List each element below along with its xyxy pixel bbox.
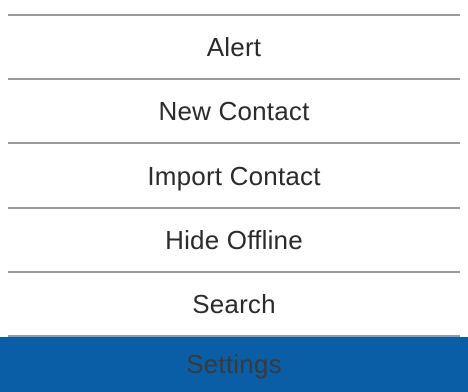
menu-item-label: Hide Offline (165, 225, 303, 255)
menu-item-settings[interactable]: Settings (0, 337, 468, 392)
menu-item-new-contact[interactable]: New Contact (0, 81, 468, 142)
menu-divider (8, 207, 460, 209)
context-menu: Alert New Contact Import Contact Hide Of… (0, 0, 468, 392)
menu-item-label: Settings (186, 349, 282, 379)
menu-item-import-contact[interactable]: Import Contact (0, 145, 468, 207)
menu-item-hide-offline[interactable]: Hide Offline (0, 210, 468, 271)
menu-item-label: Alert (206, 32, 262, 62)
menu-item-search[interactable]: Search (0, 274, 468, 335)
menu-divider (8, 271, 460, 273)
menu-divider (8, 14, 460, 16)
menu-item-label: Search (192, 289, 276, 319)
menu-divider (8, 78, 460, 80)
menu-item-alert[interactable]: Alert (0, 17, 468, 78)
menu-item-label: New Contact (158, 96, 310, 126)
menu-item-label: Import Contact (147, 160, 321, 191)
menu-divider (8, 142, 460, 144)
